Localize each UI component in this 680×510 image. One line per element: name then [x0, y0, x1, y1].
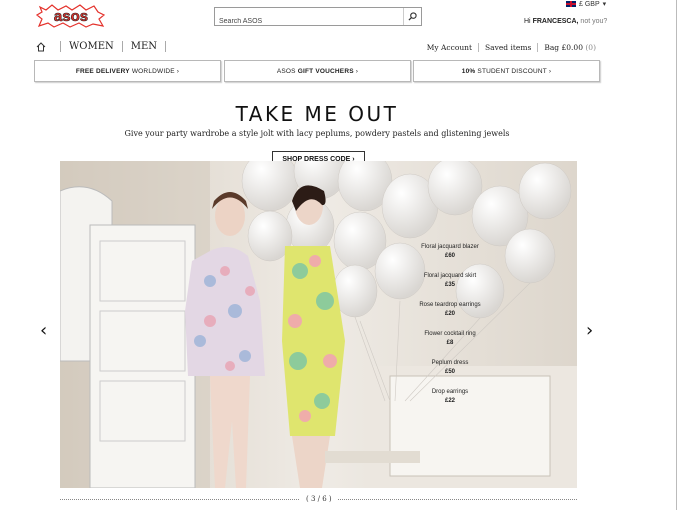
- promo-bold: 10%: [461, 67, 476, 75]
- product-price: £22: [444, 398, 455, 404]
- product-hotspot[interactable]: Peplum dress £50: [405, 359, 495, 377]
- promo-text: STUDENT DISCOUNT ›: [475, 67, 552, 75]
- account-links: My Account Saved items Bag £0.00 (0): [421, 43, 602, 52]
- nav-women[interactable]: WOMEN: [69, 41, 114, 52]
- product-name: Drop earrings: [431, 389, 469, 395]
- currency-label: £ GBP: [579, 0, 600, 8]
- promo-text: ›: [353, 67, 359, 75]
- product-price: £50: [444, 369, 455, 375]
- greeting-prefix: Hi: [524, 18, 531, 25]
- carousel-page-indicator: ( 3 / 6 ): [300, 495, 338, 503]
- promo-bold: GIFT VOUCHERS: [297, 67, 354, 75]
- uk-flag-icon: [566, 1, 576, 7]
- product-name: Floral jacquard blazer: [421, 244, 479, 250]
- product-name: Rose teardrop earrings: [419, 302, 481, 308]
- user-name: FRANCESCA,: [532, 18, 579, 25]
- main-nav: WOMEN MEN: [36, 41, 174, 52]
- product-hotspot[interactable]: Drop earrings £22: [405, 388, 495, 406]
- product-hotspot[interactable]: Flower cocktail ring £8: [405, 330, 495, 348]
- product-hotspot[interactable]: Floral jacquard blazer £60: [405, 243, 495, 261]
- product-name: Floral jacquard skirt: [423, 273, 477, 279]
- asos-logo[interactable]: asos: [36, 4, 106, 28]
- search-box: [214, 7, 422, 30]
- nav-divider: [121, 41, 123, 52]
- nav-men[interactable]: MEN: [131, 41, 157, 52]
- hero-photo: [60, 161, 577, 488]
- bag-total: £0.00: [561, 43, 583, 52]
- gift-vouchers-banner[interactable]: ASOS GIFT VOUCHERS ›: [224, 60, 411, 82]
- product-name: Flower cocktail ring: [424, 331, 476, 337]
- free-delivery-banner[interactable]: FREE DELIVERY WORLDWIDE ›: [34, 60, 221, 82]
- saved-items-link[interactable]: Saved items: [479, 43, 537, 52]
- product-name: Peplum dress: [431, 360, 469, 366]
- search-input[interactable]: [215, 13, 395, 30]
- bag-label: Bag: [544, 43, 560, 52]
- product-price: £8: [446, 340, 454, 346]
- carousel-next-button[interactable]: ›: [586, 320, 593, 341]
- search-button[interactable]: [403, 8, 421, 25]
- product-price: £35: [444, 282, 455, 288]
- my-account-link[interactable]: My Account: [421, 43, 478, 52]
- logo-text: asos: [54, 8, 88, 25]
- carousel-pager: ( 3 / 6 ): [60, 495, 577, 505]
- page-border: [676, 0, 677, 510]
- bag-link[interactable]: Bag £0.00 (0): [538, 43, 602, 52]
- promo-text: ASOS: [276, 67, 298, 75]
- product-price: £20: [444, 311, 455, 317]
- currency-selector[interactable]: £ GBP ▾: [566, 0, 606, 8]
- product-hotspot[interactable]: Rose teardrop earrings £20: [405, 301, 495, 319]
- search-icon: [408, 12, 417, 21]
- product-hotspot[interactable]: Floral jacquard skirt £35: [405, 272, 495, 290]
- home-icon[interactable]: [36, 41, 46, 52]
- bag-count: (0): [585, 43, 596, 52]
- carousel-prev-button[interactable]: ‹: [40, 320, 47, 341]
- user-greeting: Hi FRANCESCA, not you?: [524, 18, 607, 25]
- hero-title: TAKE ME OUT: [235, 102, 399, 126]
- promo-bold: FREE DELIVERY: [75, 67, 130, 75]
- chevron-down-icon: ▾: [602, 1, 607, 8]
- hero-subtitle: Give your party wardrobe a style jolt wi…: [124, 129, 510, 138]
- product-price: £60: [444, 253, 455, 259]
- student-discount-banner[interactable]: 10% STUDENT DISCOUNT ›: [413, 60, 600, 82]
- not-you-link[interactable]: not you?: [580, 18, 607, 25]
- nav-divider: [60, 41, 61, 52]
- promo-text: WORLDWIDE ›: [129, 67, 180, 75]
- nav-divider: [165, 41, 167, 52]
- hero-image[interactable]: [60, 161, 577, 488]
